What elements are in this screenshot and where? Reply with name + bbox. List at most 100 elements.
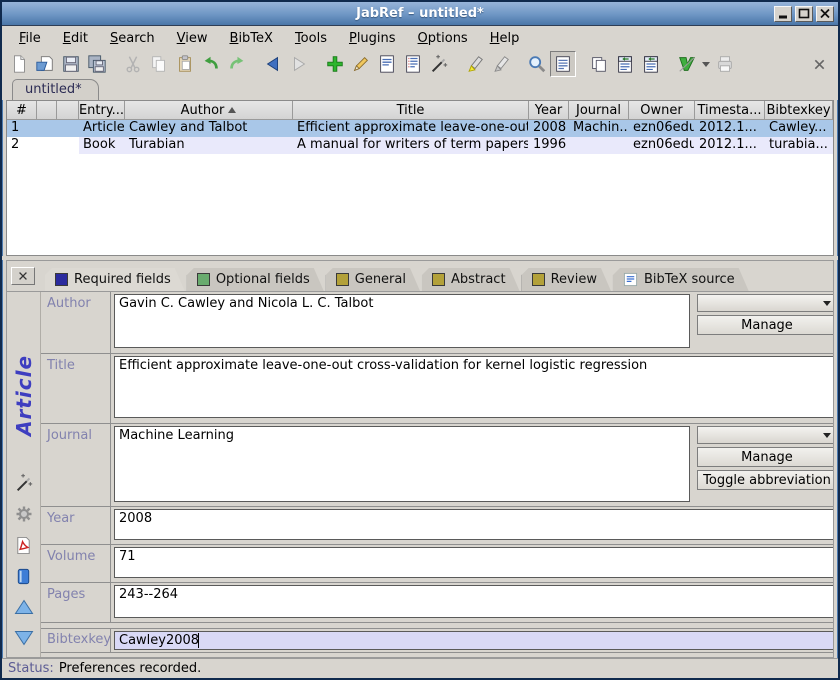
- tab-general[interactable]: General: [326, 268, 420, 291]
- tab-bibtex-source[interactable]: BibTeX source: [613, 268, 749, 291]
- sort-ascending-icon: [228, 107, 236, 113]
- push-dropdown-caret-icon[interactable]: [702, 62, 710, 67]
- volume-field-label: Volume: [41, 545, 111, 582]
- column-header-number[interactable]: #: [7, 101, 37, 120]
- toggle-entry-editor-button[interactable]: [550, 51, 576, 77]
- pencil-icon: [351, 54, 371, 74]
- year-input[interactable]: 2008: [114, 509, 834, 540]
- cut-button[interactable]: [120, 51, 146, 77]
- close-sidepane-button[interactable]: [806, 51, 832, 77]
- tab-required-fields[interactable]: Required fields: [45, 268, 185, 291]
- table-row-1[interactable]: 1 Article Cawley and Talbot Efficient ap…: [7, 120, 833, 137]
- author-names-combo[interactable]: [697, 294, 834, 312]
- edit-entry-button[interactable]: [348, 51, 374, 77]
- pages-input[interactable]: 243--264: [114, 585, 834, 618]
- entry-editor: Required fields Optional fields General …: [6, 260, 834, 658]
- highlight-groups-gray-button[interactable]: [488, 51, 514, 77]
- edit-strings-button[interactable]: [400, 51, 426, 77]
- paste-button[interactable]: [172, 51, 198, 77]
- journal-input[interactable]: Machine Learning: [114, 426, 690, 502]
- required-fields-square-icon: [55, 273, 68, 286]
- new-file-icon: [9, 54, 29, 74]
- menu-options[interactable]: Options: [409, 29, 477, 48]
- menu-search[interactable]: Search: [101, 29, 164, 48]
- menu-edit[interactable]: Edit: [54, 29, 97, 48]
- abstract-square-icon: [432, 273, 445, 286]
- push-doc2-icon: [641, 54, 661, 74]
- open-folder-icon: [35, 54, 55, 74]
- menu-help[interactable]: Help: [481, 29, 529, 48]
- plus-icon: [325, 54, 345, 74]
- edit-preamble-button[interactable]: [374, 51, 400, 77]
- forward-button[interactable]: [286, 51, 312, 77]
- column-header-entrytype[interactable]: Entry...: [79, 101, 125, 120]
- close-button[interactable]: [816, 6, 834, 22]
- manage-authors-button[interactable]: Manage: [697, 315, 834, 335]
- column-header-bibtexkey[interactable]: Bibtexkey: [765, 101, 833, 120]
- tab-review[interactable]: Review: [522, 268, 611, 291]
- minimize-button[interactable]: [774, 6, 792, 22]
- menu-file[interactable]: File: [10, 29, 50, 48]
- autogenerate-key-button[interactable]: [13, 472, 35, 494]
- journal-combo[interactable]: [697, 426, 834, 444]
- entry-type-label: Article: [12, 296, 36, 436]
- open-database-button[interactable]: [32, 51, 58, 77]
- push-to-editor-button[interactable]: [638, 51, 664, 77]
- manage-journals-button[interactable]: Manage: [697, 447, 834, 467]
- push-to-vim-button[interactable]: [674, 51, 700, 77]
- new-database-button[interactable]: [6, 51, 32, 77]
- entry-table: # Entry... Author Title Year Journal Own…: [6, 100, 834, 256]
- database-tab[interactable]: untitled*: [12, 79, 99, 100]
- previous-entry-button[interactable]: [13, 596, 35, 618]
- window-controls: [774, 6, 838, 22]
- save-database-button[interactable]: [58, 51, 84, 77]
- copy-pages-button[interactable]: [586, 51, 612, 77]
- next-entry-button[interactable]: [13, 627, 35, 649]
- close-icon: [819, 8, 831, 19]
- highlighter-yellow-icon: [465, 54, 485, 74]
- wizard-button[interactable]: [426, 51, 452, 77]
- back-button[interactable]: [260, 51, 286, 77]
- menu-plugins[interactable]: Plugins: [340, 29, 405, 48]
- save-all-button[interactable]: [84, 51, 110, 77]
- maximize-button[interactable]: [795, 6, 813, 22]
- column-header-timestamp[interactable]: Timesta...: [695, 101, 765, 120]
- bibtexkey-field-label: Bibtexkey: [41, 629, 111, 652]
- toggle-abbreviation-button[interactable]: Toggle abbreviation: [697, 470, 834, 490]
- column-header-journal[interactable]: Journal: [569, 101, 629, 120]
- duplicate-icon: [589, 54, 609, 74]
- column-header-owner[interactable]: Owner: [629, 101, 695, 120]
- menu-bibtex[interactable]: BibTeX: [221, 29, 282, 48]
- column-header-icon1[interactable]: [37, 101, 57, 120]
- table-row-2[interactable]: 2 Book Turabian A manual for writers of …: [7, 137, 833, 154]
- title-input[interactable]: Efficient approximate leave-one-out cros…: [114, 356, 834, 418]
- bibtexkey-input[interactable]: [114, 631, 834, 650]
- copy-button[interactable]: [146, 51, 172, 77]
- column-header-year[interactable]: Year: [529, 101, 569, 120]
- autoset-fields-button[interactable]: [13, 503, 35, 525]
- title-field-label: Title: [41, 354, 111, 423]
- menu-tools[interactable]: Tools: [286, 29, 336, 48]
- title-bar[interactable]: JabRef – untitled*: [2, 2, 838, 26]
- magic-wand-icon: [429, 54, 449, 74]
- column-header-title[interactable]: Title: [293, 101, 529, 120]
- highlight-groups-yellow-button[interactable]: [462, 51, 488, 77]
- open-file-button[interactable]: [13, 565, 35, 587]
- save-all-icon: [87, 54, 107, 74]
- column-header-author[interactable]: Author: [125, 101, 293, 120]
- redo-button[interactable]: [224, 51, 250, 77]
- new-entry-button[interactable]: [322, 51, 348, 77]
- search-button[interactable]: [524, 51, 550, 77]
- general-square-icon: [336, 273, 349, 286]
- print-preview-button[interactable]: [712, 51, 738, 77]
- tab-abstract[interactable]: Abstract: [422, 268, 520, 291]
- tab-optional-fields[interactable]: Optional fields: [187, 268, 324, 291]
- open-pdf-button[interactable]: [13, 534, 35, 556]
- close-entry-editor-button[interactable]: [11, 267, 35, 285]
- column-header-icon2[interactable]: [57, 101, 79, 120]
- author-input[interactable]: Gavin C. Cawley and Nicola L. C. Talbot: [114, 294, 690, 348]
- undo-button[interactable]: [198, 51, 224, 77]
- push-to-application-button[interactable]: [612, 51, 638, 77]
- volume-input[interactable]: 71: [114, 547, 834, 578]
- menu-view[interactable]: View: [168, 29, 217, 48]
